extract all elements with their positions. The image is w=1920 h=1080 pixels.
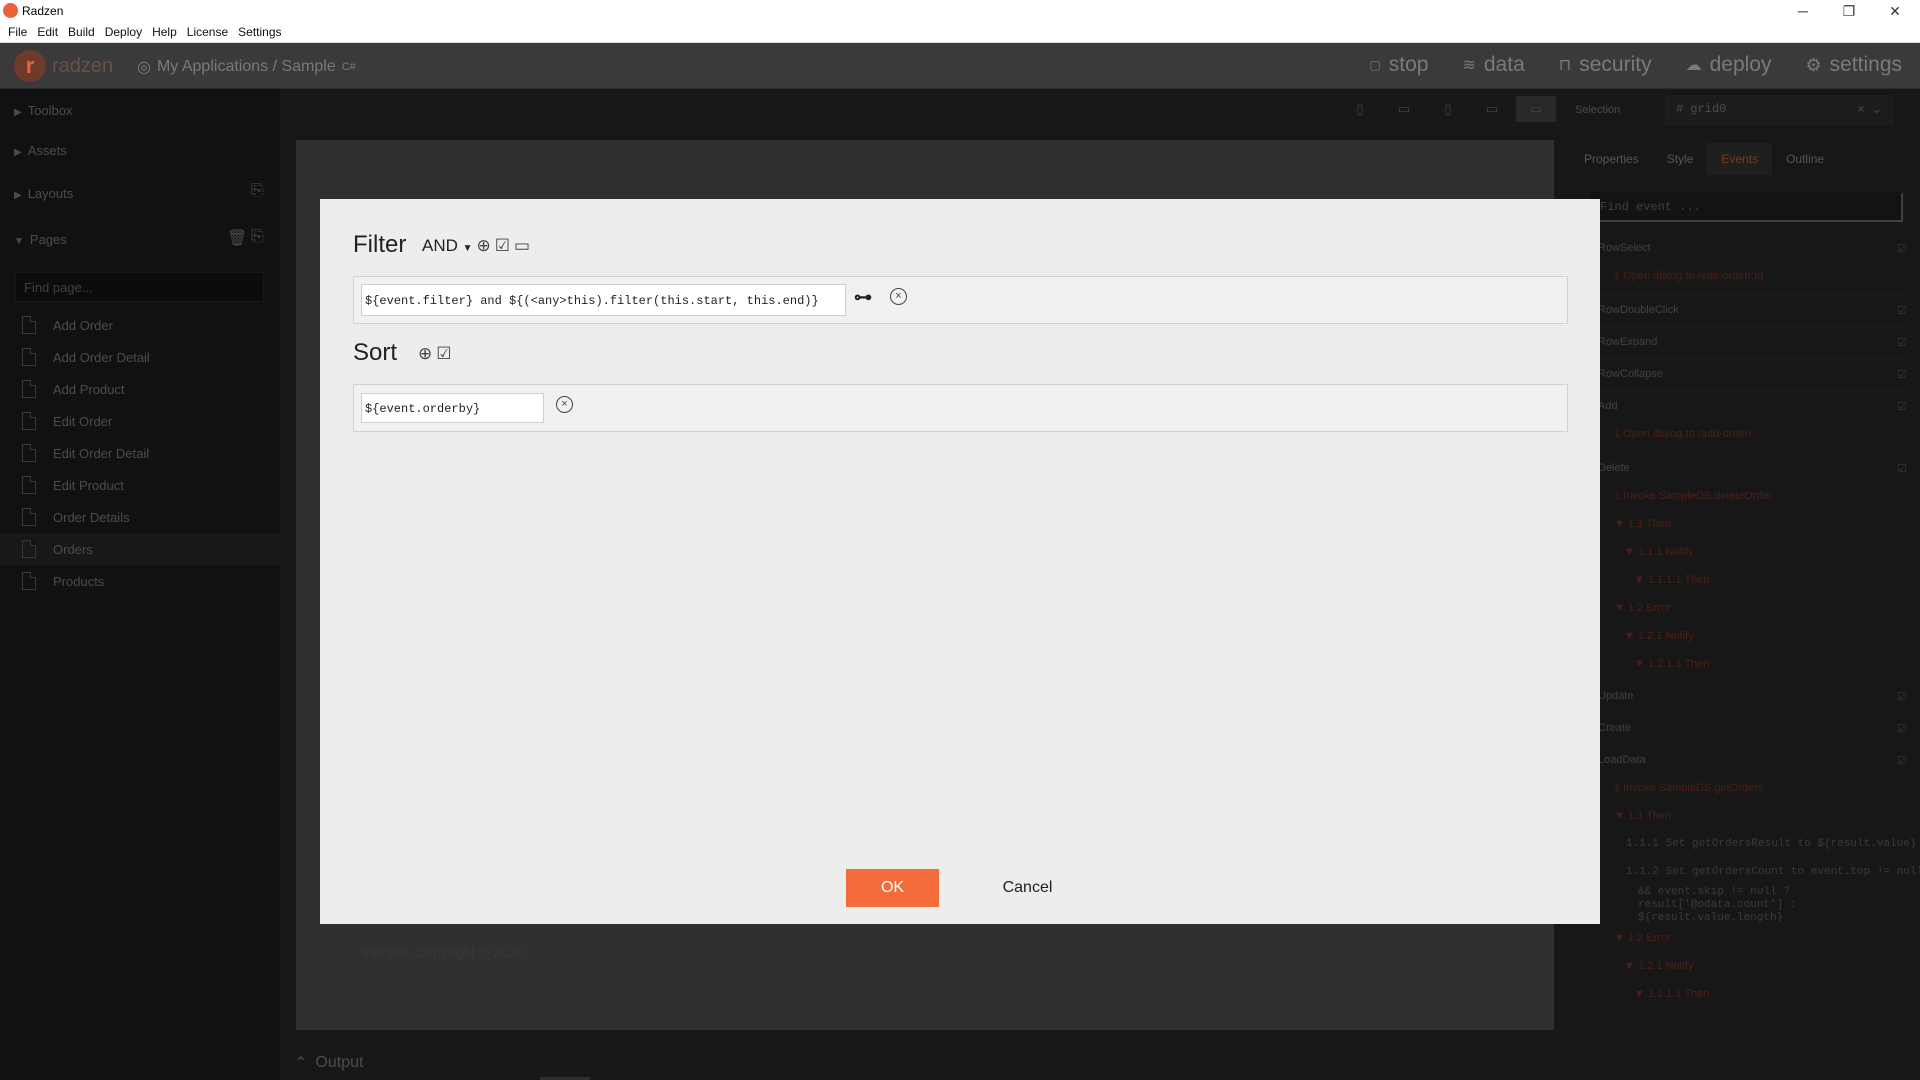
settings-label: settings	[1829, 53, 1902, 76]
maximize-button[interactable]: ❐	[1826, 0, 1872, 22]
caret-down-icon: ▼	[462, 243, 473, 254]
edit-icon[interactable]: ☑	[436, 344, 451, 364]
stop-label: stop	[1388, 53, 1429, 76]
security-button[interactable]: ⊓ security	[1559, 53, 1652, 77]
filter-title: Filter	[353, 231, 407, 258]
stop-icon: ▢	[1369, 58, 1381, 72]
sort-tools: ⊕ ☑	[418, 344, 452, 364]
window-title: Radzen	[22, 4, 64, 18]
radzen-logo-icon	[3, 3, 18, 18]
menu-help[interactable]: Help	[152, 25, 177, 39]
menu-bar: File Edit Build Deploy Help License Sett…	[0, 22, 1920, 43]
deploy-button[interactable]: ☁ deploy	[1686, 53, 1772, 77]
cancel-button[interactable]: Cancel	[970, 869, 1085, 907]
menu-file[interactable]: File	[8, 25, 27, 39]
close-window-button[interactable]: ✕	[1872, 0, 1918, 22]
security-label: security	[1579, 53, 1652, 76]
breadcrumb: ◎ My Applications / Sample C#	[137, 57, 356, 77]
applications-icon[interactable]: ◎	[137, 57, 151, 77]
radzen-brand-icon: r	[14, 50, 46, 82]
window-titlebar: Radzen ─ ❐ ✕	[0, 0, 1920, 22]
brand-name: radzen	[52, 54, 114, 77]
layers-icon: ≋	[1462, 57, 1476, 74]
link-icon[interactable]: ⊶	[854, 287, 872, 308]
deploy-label: deploy	[1709, 53, 1772, 76]
operator-dropdown[interactable]: AND ▼	[422, 236, 473, 256]
edit-icon[interactable]: ☑	[495, 236, 510, 256]
ok-button[interactable]: OK	[846, 869, 939, 907]
add-circle-icon[interactable]: ⊕	[418, 344, 432, 364]
minimize-button[interactable]: ─	[1780, 0, 1826, 22]
sort-title: Sort	[353, 339, 398, 366]
lock-icon: ⊓	[1558, 57, 1572, 74]
remove-sort-icon[interactable]: ×	[556, 396, 573, 413]
menu-settings[interactable]: Settings	[238, 25, 281, 39]
breadcrumb-text[interactable]: My Applications / Sample	[157, 58, 336, 76]
data-button[interactable]: ≋ data	[1462, 53, 1524, 77]
menu-license[interactable]: License	[187, 25, 228, 39]
menu-build[interactable]: Build	[68, 25, 95, 39]
gear-icon: ⚙	[1805, 54, 1822, 75]
header-actions: ▢ stop ≋ data ⊓ security ☁ deploy ⚙ settings	[1369, 53, 1902, 77]
filter-expression-input[interactable]: ${event.filter} and ${(<any>this).filter…	[361, 284, 846, 316]
operator-label: AND	[422, 236, 458, 255]
filter-sort-dialog: Filter AND ▼ ⊕ ☑ ▭ ${event.filter} and $…	[320, 199, 1600, 924]
sort-expression-input[interactable]: ${event.orderby}	[361, 393, 544, 423]
data-label: data	[1483, 53, 1525, 76]
filter-tools: AND ▼ ⊕ ☑ ▭	[422, 236, 530, 256]
cloud-upload-icon: ☁	[1685, 57, 1702, 74]
app-header: r radzen ◎ My Applications / Sample C# ▢…	[0, 43, 1920, 89]
csharp-badge: C#	[341, 61, 356, 73]
stop-button[interactable]: ▢ stop	[1369, 53, 1428, 77]
remove-filter-icon[interactable]: ×	[890, 288, 907, 305]
settings-button[interactable]: ⚙ settings	[1805, 53, 1902, 77]
brand[interactable]: r radzen	[14, 50, 113, 82]
expand-icon[interactable]: ▭	[514, 236, 530, 256]
menu-edit[interactable]: Edit	[37, 25, 58, 39]
add-circle-icon[interactable]: ⊕	[477, 236, 491, 256]
menu-deploy[interactable]: Deploy	[105, 25, 142, 39]
